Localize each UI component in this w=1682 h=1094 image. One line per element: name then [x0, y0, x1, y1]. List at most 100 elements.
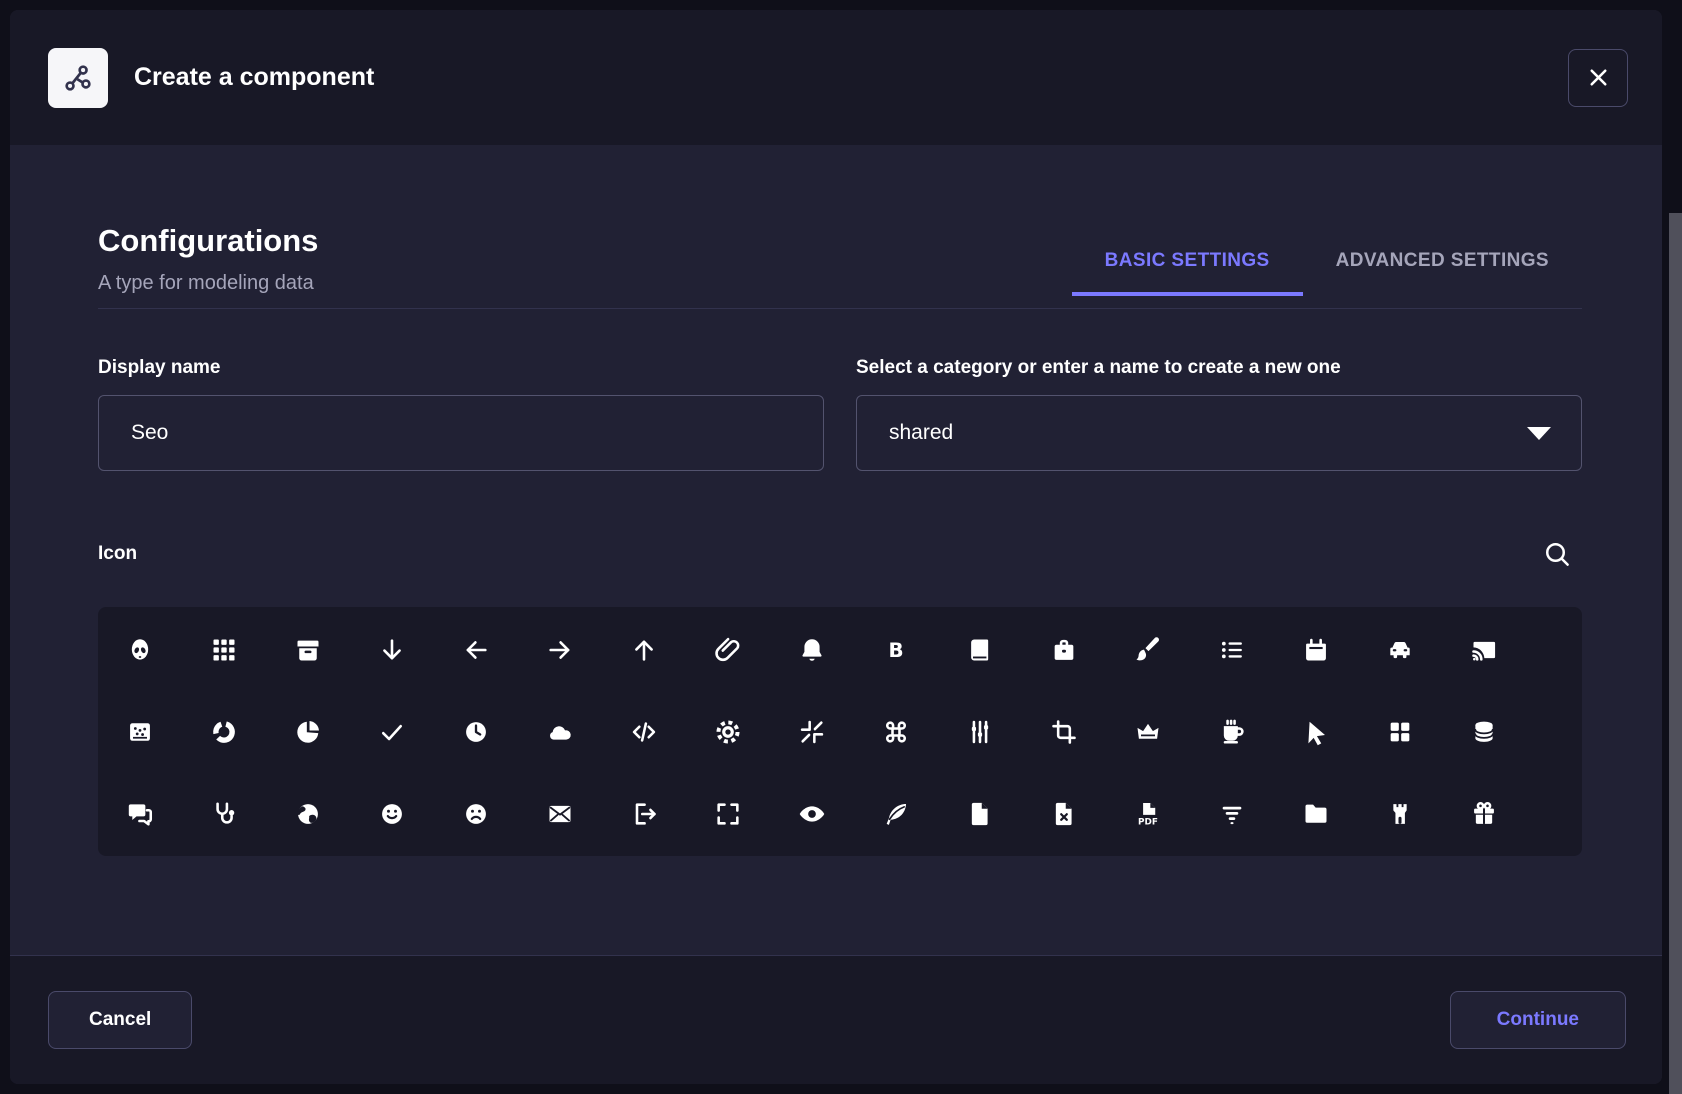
icon-option-folder[interactable] [1274, 773, 1358, 855]
icon-option-chart-circle[interactable] [182, 691, 266, 773]
cloud-icon [546, 718, 574, 746]
icon-option-arrow-up[interactable] [602, 609, 686, 691]
book-icon [966, 636, 994, 664]
icon-option-briefcase[interactable] [1022, 609, 1106, 691]
icon-option-cup[interactable] [1190, 691, 1274, 773]
filter-icon [1218, 800, 1246, 828]
attachment-icon [714, 636, 742, 664]
calendar-icon [1302, 636, 1330, 664]
arrow-right-icon [546, 636, 574, 664]
icon-option-arrow-right[interactable] [518, 609, 602, 691]
icon-option-gift[interactable] [1442, 773, 1526, 855]
icon-option-connector[interactable] [938, 691, 1022, 773]
icon-option-gate[interactable] [1358, 773, 1442, 855]
category-label: Select a category or enter a name to cre… [856, 357, 1582, 379]
icon-option-bell[interactable] [770, 609, 854, 691]
category-select-value: shared [889, 421, 953, 445]
code-icon [630, 718, 658, 746]
icon-picker-label: Icon [98, 543, 137, 565]
icon-option-archive[interactable] [266, 609, 350, 691]
chart-circle-icon [210, 718, 238, 746]
tab-advanced-settings[interactable]: ADVANCED SETTINGS [1303, 250, 1582, 296]
icon-option-file[interactable] [938, 773, 1022, 855]
icon-option-discuss[interactable] [98, 773, 182, 855]
icon-option-chart-pie[interactable] [266, 691, 350, 773]
icon-option-apps[interactable] [182, 609, 266, 691]
icon-option-cloud[interactable] [518, 691, 602, 773]
icon-option-eye[interactable] [770, 773, 854, 855]
icon-option-attachment[interactable] [686, 609, 770, 691]
cancel-button[interactable]: Cancel [48, 991, 192, 1049]
close-button[interactable] [1568, 49, 1628, 107]
icon-option-cog[interactable] [686, 691, 770, 773]
icon-option-check[interactable] [350, 691, 434, 773]
icon-option-arrow-left[interactable] [434, 609, 518, 691]
icon-option-emotion-happy[interactable] [350, 773, 434, 855]
archive-icon [294, 636, 322, 664]
folder-icon [1302, 800, 1330, 828]
icon-option-crop[interactable] [1022, 691, 1106, 773]
icon-option-database[interactable] [1442, 691, 1526, 773]
chevron-down-icon [1527, 427, 1551, 440]
modal-footer: Cancel Continue [10, 955, 1662, 1084]
display-name-input[interactable] [98, 395, 824, 471]
file-pdf-icon: PDF [1134, 800, 1162, 828]
arrow-up-icon [630, 636, 658, 664]
icon-option-feather[interactable] [854, 773, 938, 855]
icon-option-collapse[interactable] [770, 691, 854, 773]
category-select[interactable]: shared [856, 395, 1582, 471]
icon-option-dashboard[interactable] [1358, 691, 1442, 773]
icon-option-alien[interactable] [98, 609, 182, 691]
icon-option-exit[interactable] [602, 773, 686, 855]
icon-option-cast[interactable] [1442, 609, 1526, 691]
icon-option-command[interactable] [854, 691, 938, 773]
command-icon [882, 718, 910, 746]
icon-option-cursor[interactable] [1274, 691, 1358, 773]
tab-basic-settings[interactable]: BASIC SETTINGS [1072, 250, 1303, 296]
icon-option-emotion-unhappy[interactable] [434, 773, 518, 855]
arrow-left-icon [462, 636, 490, 664]
component-glyph [61, 61, 95, 95]
cup-icon [1218, 718, 1246, 746]
icon-option-file-error[interactable] [1022, 773, 1106, 855]
exit-icon [630, 800, 658, 828]
svg-text:PDF: PDF [1138, 818, 1158, 828]
icon-search-button[interactable] [1538, 535, 1576, 573]
icon-option-book[interactable] [938, 609, 1022, 691]
icon-option-brush[interactable] [1106, 609, 1190, 691]
component-icon [48, 48, 108, 108]
page-scrollbar[interactable] [1669, 213, 1682, 1094]
icon-option-crown[interactable] [1106, 691, 1190, 773]
cursor-icon [1302, 718, 1330, 746]
continue-button[interactable]: Continue [1450, 991, 1626, 1049]
icon-grid: B PDF [98, 607, 1582, 856]
icon-option-filter[interactable] [1190, 773, 1274, 855]
doctor-icon [210, 800, 238, 828]
icon-option-envelop[interactable] [518, 773, 602, 855]
modal-title: Create a component [134, 63, 1568, 92]
search-icon [1542, 539, 1572, 569]
icon-option-doctor[interactable] [182, 773, 266, 855]
earth-icon [294, 800, 322, 828]
settings-tabs: BASIC SETTINGS ADVANCED SETTINGS [1072, 250, 1582, 296]
file-icon [966, 800, 994, 828]
icon-option-calendar[interactable] [1274, 609, 1358, 691]
chart-pie-icon [294, 718, 322, 746]
icon-option-chart-bubble[interactable] [98, 691, 182, 773]
icon-option-file-pdf[interactable]: PDF [1106, 773, 1190, 855]
page-background: Create a component Configurations A type… [0, 0, 1682, 1094]
crop-icon [1050, 718, 1078, 746]
icon-option-car[interactable] [1358, 609, 1442, 691]
crown-icon [1134, 718, 1162, 746]
section-subheading: A type for modeling data [98, 270, 318, 296]
icon-option-clock[interactable] [434, 691, 518, 773]
icon-option-bold[interactable]: B [854, 609, 938, 691]
icon-option-code[interactable] [602, 691, 686, 773]
icon-option-earth[interactable] [266, 773, 350, 855]
tabs-divider [98, 308, 1582, 309]
cast-icon [1470, 636, 1498, 664]
icon-option-expand[interactable] [686, 773, 770, 855]
icon-option-arrow-down[interactable] [350, 609, 434, 691]
check-icon [378, 718, 406, 746]
icon-option-bullet-list[interactable] [1190, 609, 1274, 691]
